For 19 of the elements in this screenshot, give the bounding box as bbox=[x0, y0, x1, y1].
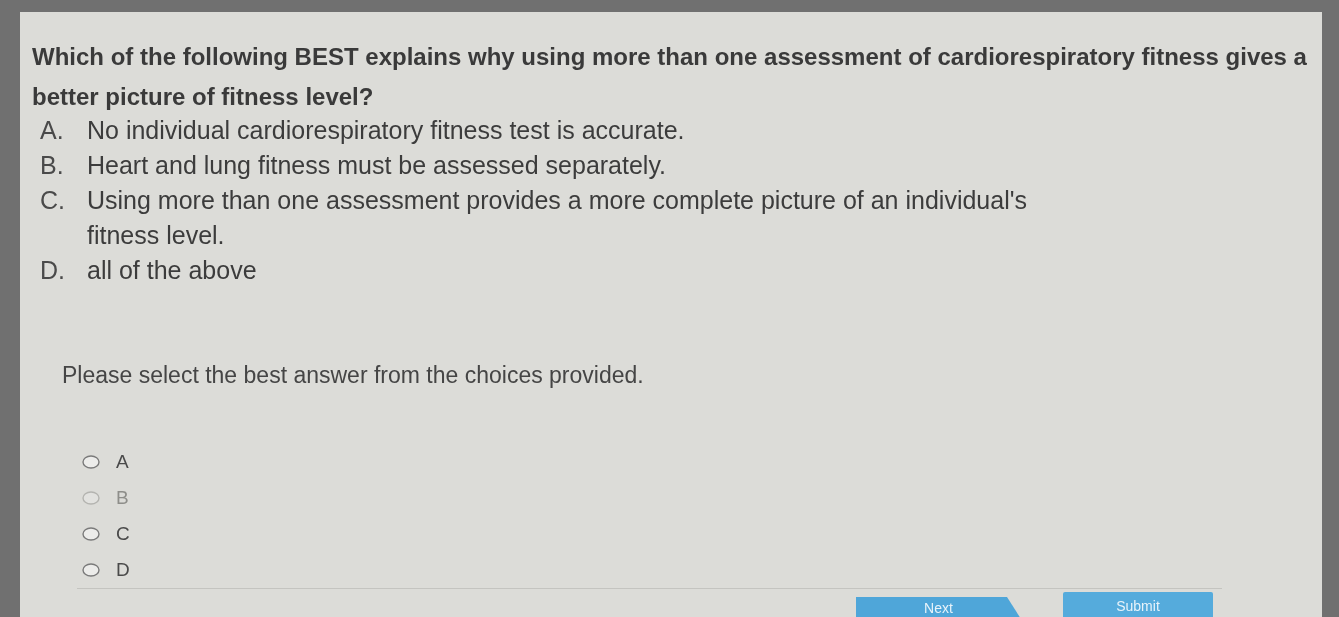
submit-button[interactable]: Submit bbox=[1063, 592, 1213, 617]
next-button[interactable]: Next bbox=[856, 597, 1021, 617]
instruction-text: Please select the best answer from the choices provided. bbox=[62, 361, 644, 389]
choice-label: B bbox=[116, 487, 129, 509]
option-letter: B. bbox=[40, 150, 65, 181]
option-text: Heart and lung fitness must be assessed separately. bbox=[87, 150, 667, 181]
option-text: all of the above bbox=[87, 255, 257, 286]
question-text: Which of the following BEST explains why using more than one assessment of cardiorespiratory fitness gives a better picture of fitness level? bbox=[32, 42, 1308, 112]
radio-button[interactable] bbox=[82, 527, 100, 541]
option-letter: C. bbox=[40, 185, 66, 216]
choice-label: A bbox=[116, 451, 129, 473]
option-letter: D. bbox=[40, 255, 66, 286]
radio-button[interactable] bbox=[82, 563, 100, 577]
option-letter: A. bbox=[40, 115, 65, 146]
option-text: No individual cardiorespiratory fitness test is accurate. bbox=[87, 115, 685, 146]
choice-label: C bbox=[116, 523, 130, 545]
radio-button[interactable] bbox=[82, 455, 100, 469]
choice-label: D bbox=[116, 559, 130, 581]
option-text: Using more than one assessment provides a more complete picture of an individual's fitness level. bbox=[87, 185, 1028, 251]
